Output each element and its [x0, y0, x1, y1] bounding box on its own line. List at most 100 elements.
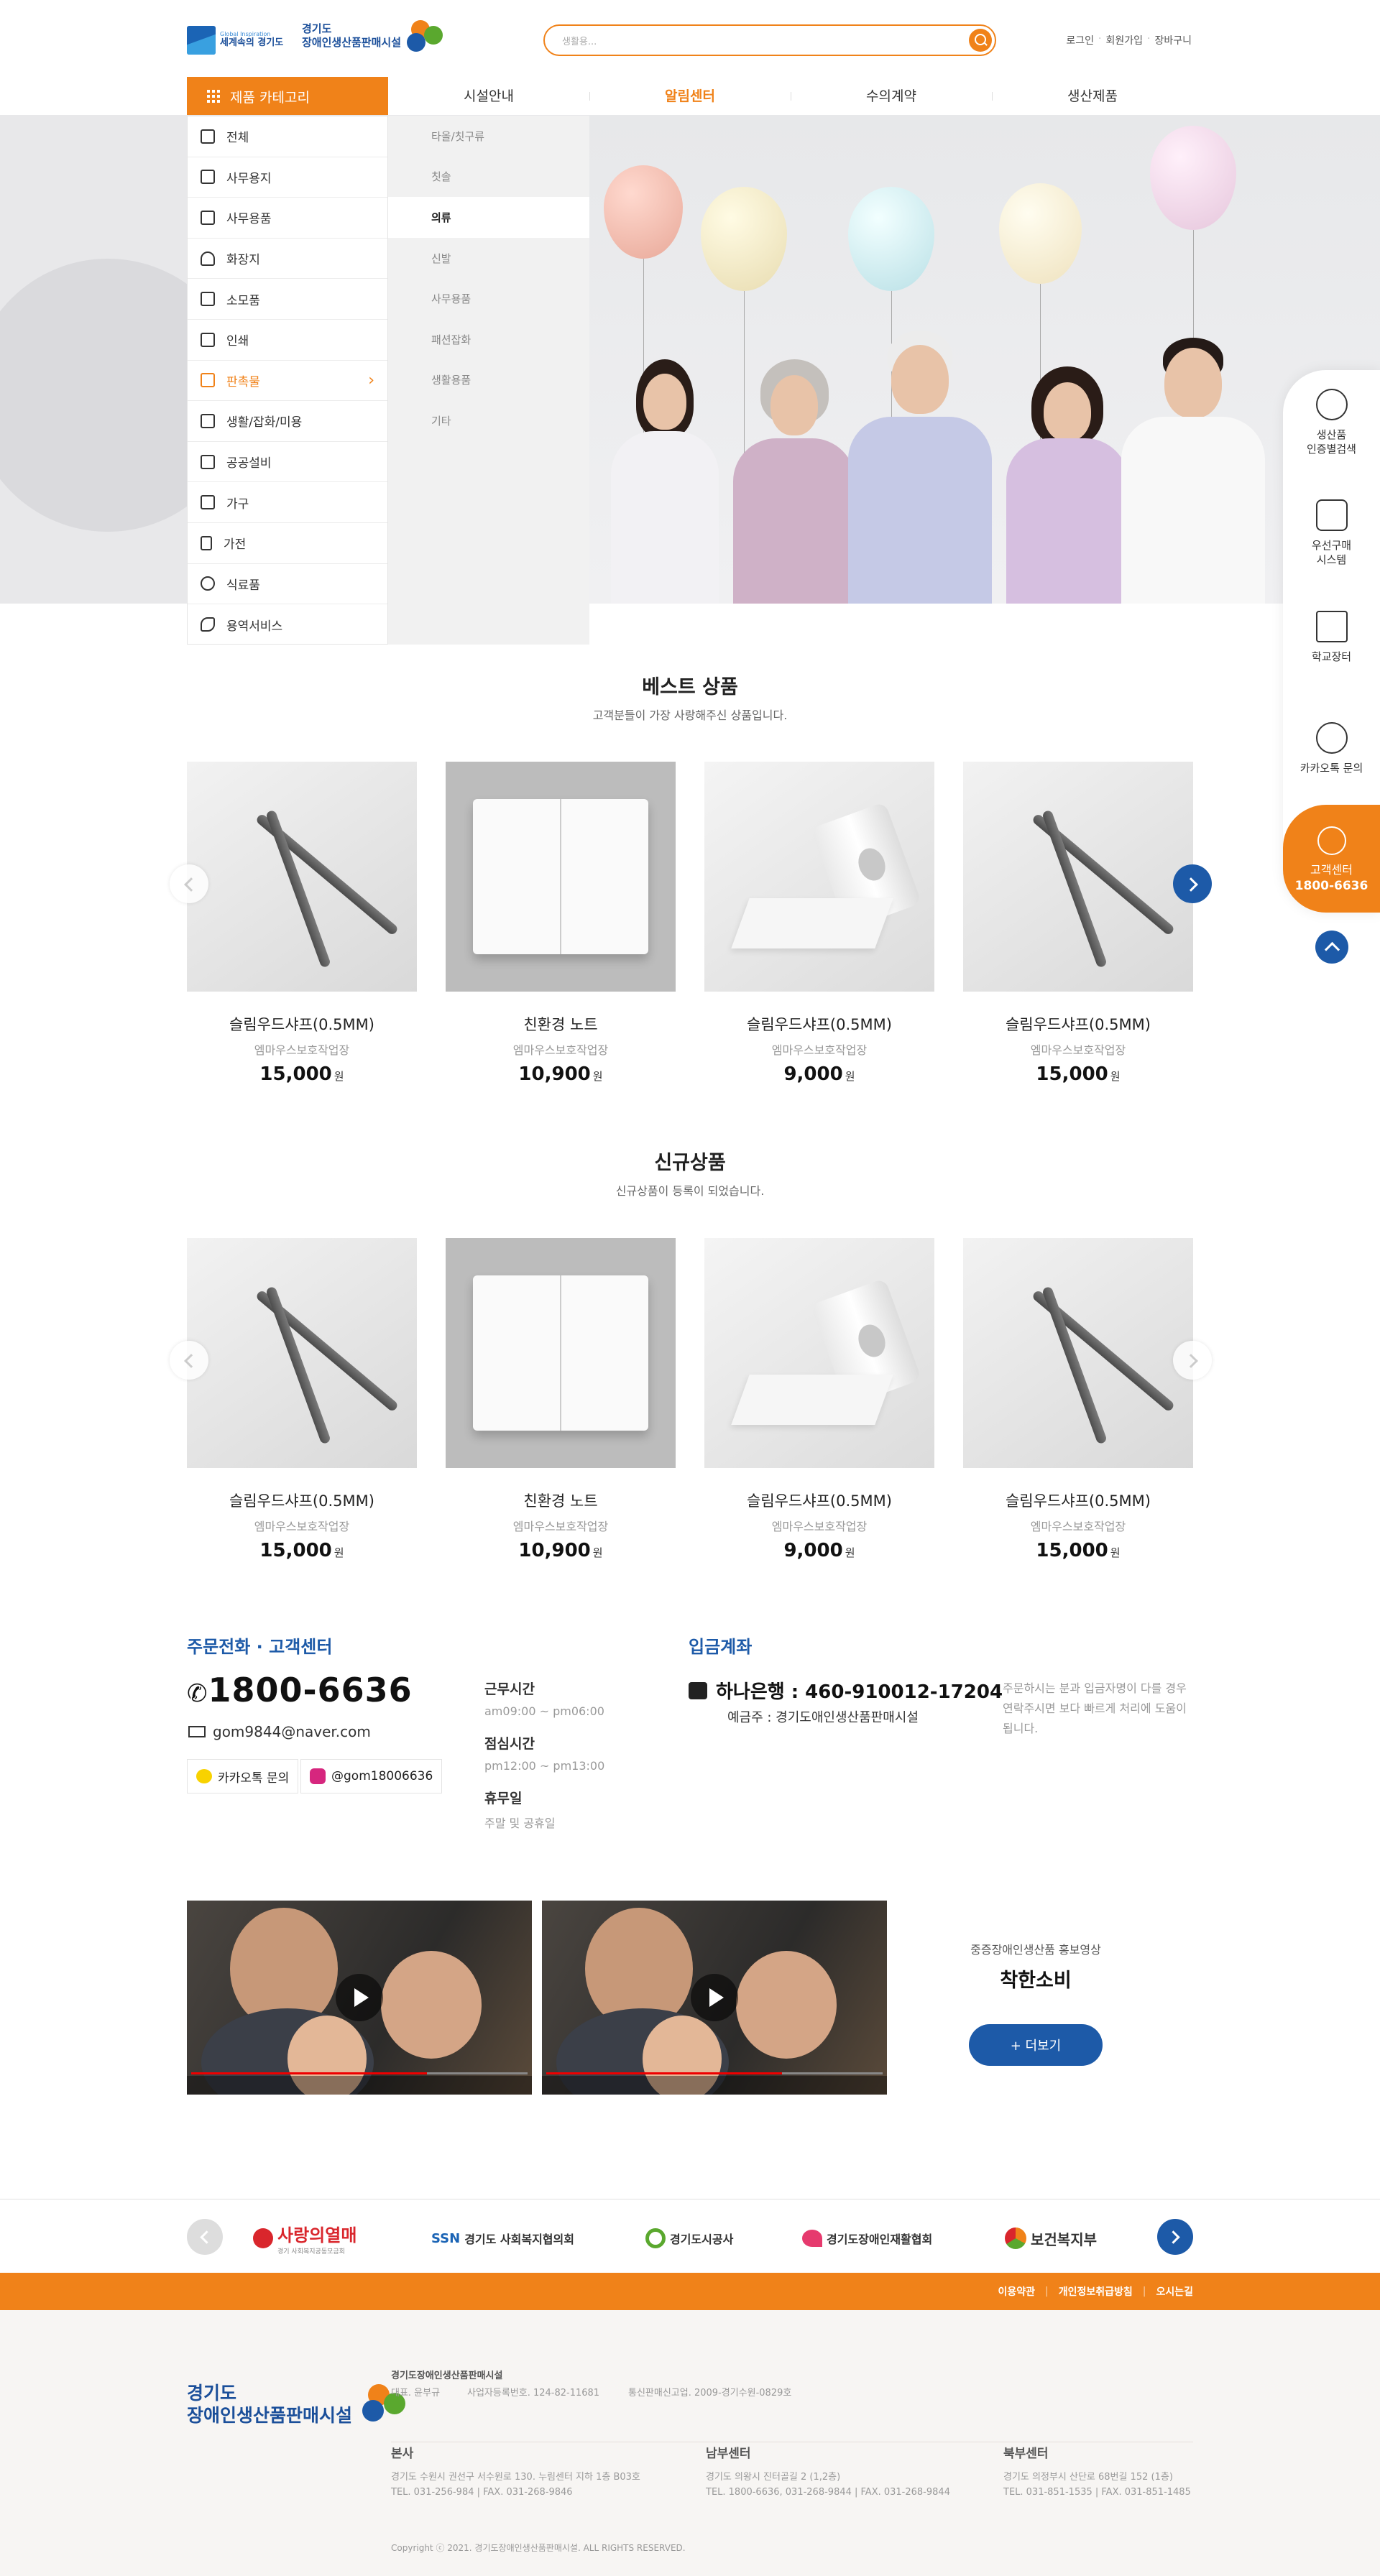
footer-bar: 이용약관 | 개인정보취급방침 | 오시는길	[0, 2273, 1380, 2310]
kakao-inquiry-button[interactable]: 카카오톡 문의	[187, 1759, 299, 1793]
new-next-arrow[interactable]	[1173, 1341, 1212, 1380]
site-logo[interactable]: 경기도 장애인생산품판매시설	[302, 14, 451, 57]
product-name[interactable]: 슬림우드샤프(0.5MM)	[963, 1490, 1193, 1511]
nav-facility[interactable]: 시설안내	[388, 77, 589, 116]
search-bar[interactable]: 생활용...	[543, 24, 996, 56]
category-item[interactable]: 화장지	[188, 239, 387, 280]
partner-logo[interactable]: 보건복지부	[1005, 2222, 1097, 2255]
category-item[interactable]: 용역서비스	[188, 604, 387, 645]
directions-link[interactable]: 오시는길	[1156, 2284, 1193, 2299]
subcategory-item[interactable]: 칫솔	[388, 157, 589, 198]
best-prev-arrow[interactable]	[170, 864, 208, 903]
cart-link[interactable]: 장바구니	[1154, 33, 1192, 47]
privacy-link[interactable]: 개인정보취급방침	[1059, 2284, 1133, 2299]
terms-link[interactable]: 이용약관	[998, 2284, 1035, 2299]
subcategory-item[interactable]: 신발	[388, 238, 589, 279]
category-item[interactable]: 소모품	[188, 279, 387, 320]
play-icon[interactable]	[336, 1974, 383, 2021]
quick-kakao[interactable]: 카카오톡 문의	[1283, 722, 1380, 775]
partner-logo[interactable]: SSN 경기도 사회복지협의회	[431, 2222, 574, 2255]
subcategory-item[interactable]: 패션잡화	[388, 319, 589, 360]
category-menu-button[interactable]: 제품 카테고리	[187, 77, 388, 116]
product-image-pencil[interactable]	[963, 762, 1193, 992]
product-card[interactable]: 슬림우드샤프(0.5MM) 엠마우스보호작업장 15,000 원	[187, 1238, 417, 1561]
category-item[interactable]: 공공설비	[188, 442, 387, 483]
best-next-arrow[interactable]	[1173, 864, 1212, 903]
product-card[interactable]: 슬림우드샤프(0.5MM) 엠마우스보호작업장 9,000 원	[704, 1238, 934, 1561]
product-price: 15,000 원	[187, 1540, 417, 1561]
partners-next-arrow[interactable]	[1157, 2219, 1193, 2255]
quick-priority-purchase[interactable]: 우선구매 시스템	[1283, 499, 1380, 568]
product-card[interactable]: 슬림우드샤프(0.5MM) 엠마우스보호작업장 15,000 원	[963, 762, 1193, 1085]
contact-phone[interactable]: ✆1800-6636	[187, 1671, 413, 1709]
product-card[interactable]: 슬림우드샤프(0.5MM) 엠마우스보호작업장 9,000 원	[704, 762, 934, 1085]
product-image-pencil[interactable]	[187, 762, 417, 992]
subcategory-item-active[interactable]: 의류	[388, 197, 589, 238]
product-name[interactable]: 친환경 노트	[446, 1490, 676, 1511]
category-item[interactable]: 가전	[188, 523, 387, 564]
nav-notice-center[interactable]: 알림센터	[589, 77, 791, 116]
video-progress[interactable]	[546, 2072, 883, 2074]
category-item[interactable]: 식료품	[188, 564, 387, 605]
subcategory-item[interactable]: 타올/칫구류	[388, 116, 589, 157]
partners-prev-arrow[interactable]	[187, 2219, 223, 2255]
product-image-tissue[interactable]	[704, 1238, 934, 1468]
category-menu-label: 제품 카테고리	[230, 89, 310, 106]
school-building-icon	[1315, 611, 1348, 642]
partner-logo[interactable]: 경기도장애인재활협회	[802, 2222, 932, 2255]
footer-logo[interactable]: 경기도 장애인생산품판매시설	[187, 2382, 408, 2427]
quick-cert-search[interactable]: 생산품 인증별검색	[1283, 389, 1380, 457]
signup-link[interactable]: 회원가입	[1105, 33, 1143, 47]
partner-logo[interactable]: 경기도시공사	[645, 2222, 733, 2255]
product-seller: 엠마우스보호작업장	[254, 1520, 350, 1533]
gyeonggi-province-logo[interactable]: Global Inspiration 세계속의 경기도	[187, 24, 291, 56]
video-progress[interactable]	[191, 2072, 528, 2074]
instagram-button[interactable]: @gom18006636	[300, 1759, 443, 1793]
product-name[interactable]: 슬림우드샤프(0.5MM)	[187, 1013, 417, 1035]
account-heading: 입금계좌	[689, 1637, 753, 1657]
nav-contract[interactable]: 수의계약	[791, 77, 992, 116]
subcategory-item[interactable]: 사무용품	[388, 278, 589, 319]
product-name[interactable]: 슬림우드샤프(0.5MM)	[963, 1013, 1193, 1035]
product-card[interactable]: 친환경 노트 엠마우스보호작업장 10,900 원	[446, 762, 676, 1085]
subcategory-item[interactable]: 생활용품	[388, 360, 589, 401]
category-item[interactable]: 가구	[188, 482, 387, 523]
toilet-paper-icon	[201, 251, 215, 266]
search-icon[interactable]	[969, 29, 992, 52]
category-item[interactable]: 인쇄	[188, 320, 387, 361]
login-link[interactable]: 로그인	[1066, 33, 1094, 47]
category-item[interactable]: 전체	[188, 116, 387, 157]
more-button[interactable]: + 더보기	[969, 2024, 1103, 2066]
category-item[interactable]: 사무용지	[188, 157, 387, 198]
video-controls[interactable]	[187, 2076, 532, 2095]
video-controls[interactable]	[542, 2076, 887, 2095]
product-name[interactable]: 슬림우드샤프(0.5MM)	[704, 1490, 934, 1511]
contact-email[interactable]: gom9844@naver.com	[188, 1723, 371, 1740]
product-image-notebook[interactable]	[446, 762, 676, 992]
nav-products[interactable]: 생산제품	[992, 77, 1193, 116]
product-card[interactable]: 친환경 노트 엠마우스보호작업장 10,900 원	[446, 1238, 676, 1561]
category-item[interactable]: 사무용품	[188, 198, 387, 239]
category-item-active[interactable]: 판촉물	[188, 361, 387, 402]
product-name[interactable]: 친환경 노트	[446, 1013, 676, 1035]
quick-school-market[interactable]: 학교장터	[1283, 611, 1380, 664]
product-image-pencil[interactable]	[963, 1238, 1193, 1468]
scroll-top-button[interactable]	[1315, 931, 1348, 964]
search-input[interactable]: 생활용...	[562, 34, 597, 47]
partner-logo[interactable]: 사랑의열매 경기 사회복지공동모금회	[253, 2222, 356, 2256]
subcategory-item[interactable]: 기타	[388, 400, 589, 441]
product-name[interactable]: 슬림우드샤프(0.5MM)	[187, 1490, 417, 1511]
product-card[interactable]: 슬림우드샤프(0.5MM) 엠마우스보호작업장 15,000 원	[963, 1238, 1193, 1561]
product-image-pencil[interactable]	[187, 1238, 417, 1468]
category-item[interactable]: 생활/잡화/미용	[188, 401, 387, 442]
product-name[interactable]: 슬림우드샤프(0.5MM)	[704, 1013, 934, 1035]
product-image-tissue[interactable]	[704, 762, 934, 992]
play-icon[interactable]	[691, 1974, 738, 2021]
quick-customer-center[interactable]: 고객센터 1800-6636	[1283, 805, 1380, 913]
video-player-2[interactable]	[542, 1901, 887, 2095]
product-card[interactable]: 슬림우드샤프(0.5MM) 엠마우스보호작업장 15,000 원	[187, 762, 417, 1085]
product-image-notebook[interactable]	[446, 1238, 676, 1468]
video-player-1[interactable]	[187, 1901, 532, 2095]
new-prev-arrow[interactable]	[170, 1341, 208, 1380]
category-label: 용역서비스	[226, 619, 283, 634]
